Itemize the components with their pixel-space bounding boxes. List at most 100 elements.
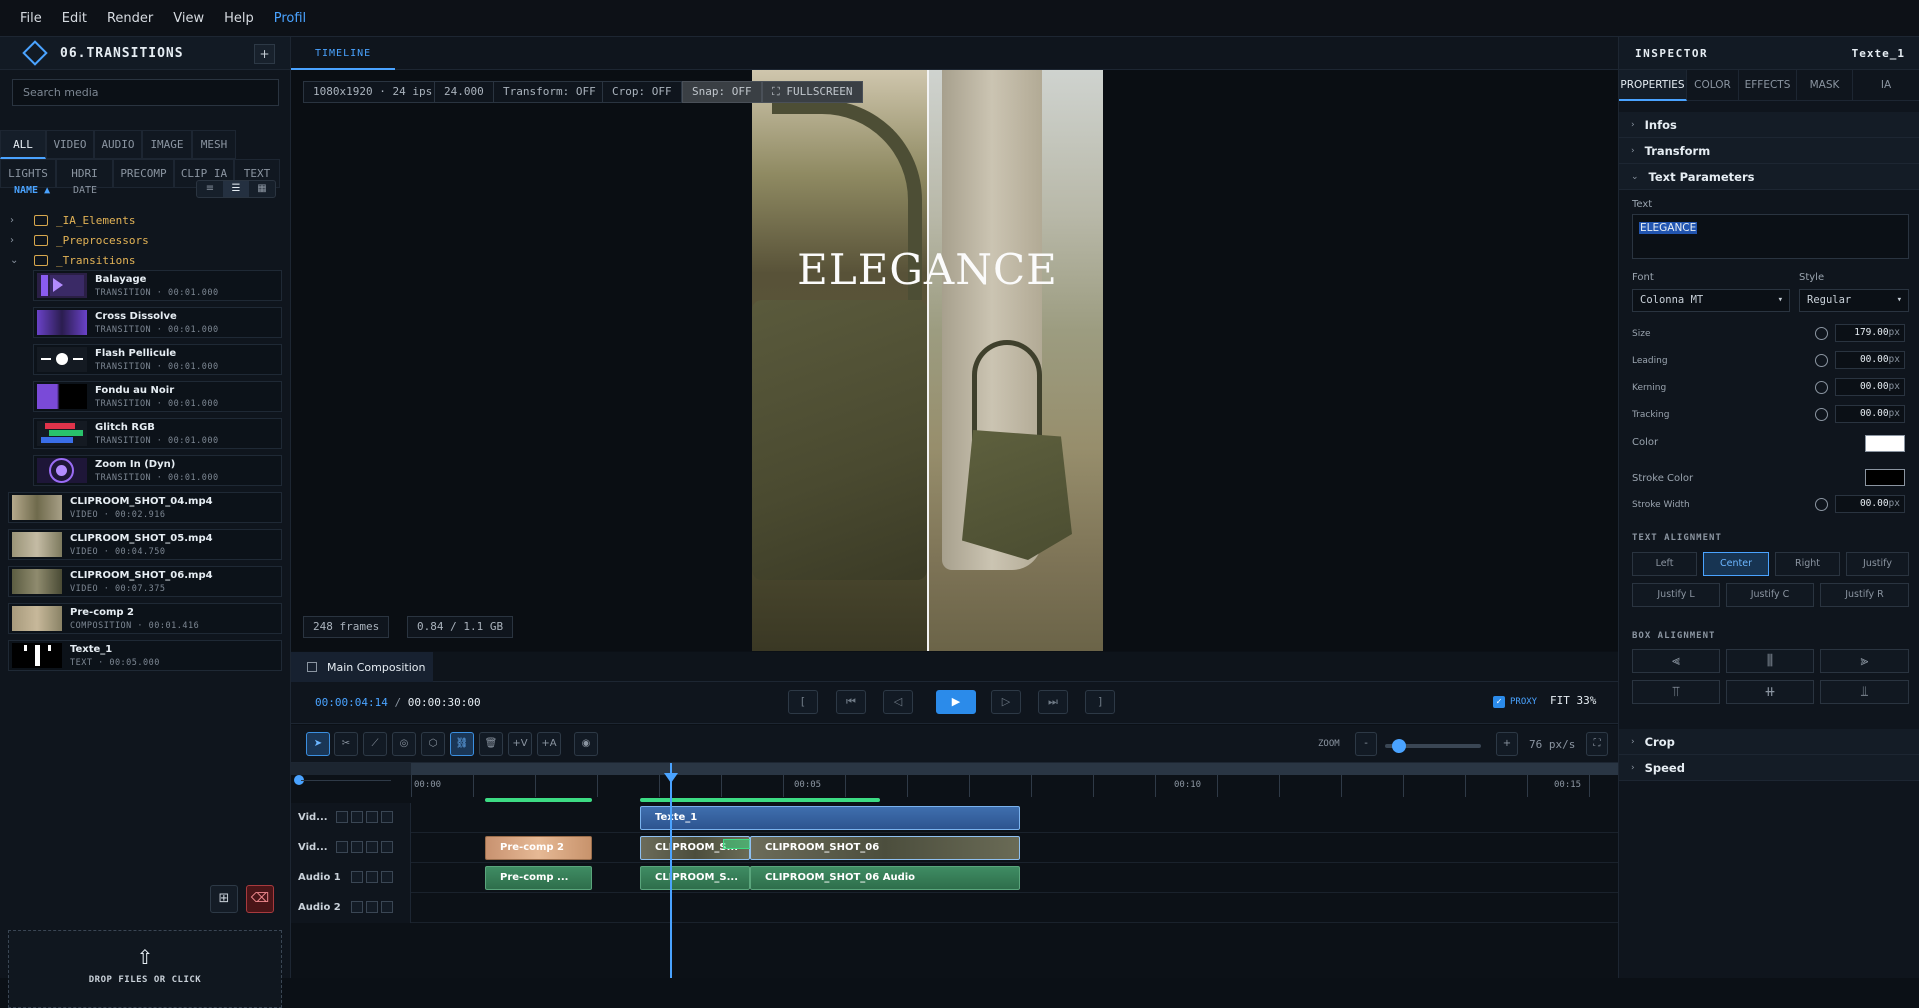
transition-item[interactable]: Cross Dissolve TRANSITION · 00:01.000 — [33, 307, 282, 338]
clip-precomp-2[interactable]: Pre-comp 2 — [485, 836, 592, 860]
clip-shot06-audio[interactable]: CLIPROOM_SHOT_06 Audio — [750, 866, 1020, 890]
reset-icon[interactable] — [1815, 407, 1828, 421]
media-item[interactable]: CLIPROOM_SHOT_05.mp4 VIDEO · 00:04.750 — [8, 529, 282, 560]
fit-timeline-button[interactable]: ⛶ — [1586, 732, 1608, 756]
media-item[interactable]: CLIPROOM_SHOT_04.mp4 VIDEO · 00:02.916 — [8, 492, 282, 523]
transition-item[interactable]: Flash Pellicule TRANSITION · 00:01.000 — [33, 344, 282, 375]
justify-center-button[interactable]: Justify C — [1726, 583, 1814, 607]
box-align-top-button[interactable]: ⫪ — [1632, 680, 1720, 704]
track-lock-button[interactable] — [366, 871, 378, 883]
drop-zone[interactable]: ⇧ DROP FILES OR CLICK — [8, 930, 282, 1008]
list-compact-icon[interactable]: ≡ — [197, 181, 223, 197]
snap-toggle[interactable]: Snap: OFF — [682, 81, 762, 103]
reset-icon[interactable] — [1815, 497, 1828, 511]
slip-tool[interactable]: ⟋ — [363, 732, 387, 756]
preview-viewer[interactable]: ELEGANCE 1080x1920 · 24 ips 24.000 Trans… — [291, 70, 1618, 651]
box-align-right-button[interactable]: ⫸ — [1820, 649, 1909, 673]
media-item[interactable]: CLIPROOM_SHOT_06.mp4 VIDEO · 00:07.375 — [8, 566, 282, 597]
preview-visibility-button[interactable]: ◉ — [574, 732, 598, 756]
sort-by-date[interactable]: DATE — [73, 185, 97, 196]
clip-texte-1[interactable]: Texte_1 — [640, 806, 1020, 830]
zoom-out-button[interactable]: - — [1355, 732, 1377, 756]
mark-out-button[interactable]: ] — [1085, 690, 1115, 714]
track-expand-button[interactable] — [351, 871, 363, 883]
align-left-button[interactable]: Left — [1632, 552, 1697, 576]
menu-render[interactable]: Render — [107, 11, 153, 26]
clip-precomp-audio[interactable]: Pre-comp ... — [485, 866, 592, 890]
filter-video[interactable]: VIDEO — [46, 130, 94, 159]
zoom-slider[interactable] — [1385, 739, 1481, 753]
track-mute-button[interactable] — [366, 841, 378, 853]
box-align-left-button[interactable]: ⫷ — [1632, 649, 1720, 673]
transition-item[interactable]: Fondu au Noir TRANSITION · 00:01.000 — [33, 381, 282, 412]
section-text-parameters[interactable]: ⌄ Text Parameters — [1619, 164, 1919, 190]
add-video-track-button[interactable]: +V — [508, 732, 532, 756]
fullscreen-button[interactable]: ⛶ FULLSCREEN — [762, 81, 863, 103]
select-tool[interactable]: ➤ — [306, 732, 330, 756]
overlay-text[interactable]: ELEGANCE — [752, 245, 1103, 294]
folder-transitions[interactable]: ⌄ _Transitions — [0, 250, 290, 270]
tab-main-composition[interactable]: Main Composition — [291, 652, 433, 682]
media-item[interactable]: Texte_1 TEXT · 00:05.000 — [8, 640, 282, 671]
box-align-bottom-button[interactable]: ⫫ — [1820, 680, 1909, 704]
box-align-hcenter-button[interactable]: ⫼ — [1726, 649, 1814, 673]
kerning-input[interactable]: 00.00px — [1835, 378, 1905, 396]
section-speed[interactable]: › Speed — [1619, 755, 1919, 781]
timeline[interactable]: 00:00 00:05 00:10 00:15 Vid... Texte_1 V… — [291, 763, 1618, 978]
playhead[interactable] — [664, 763, 678, 978]
track-expand-button[interactable] — [336, 841, 348, 853]
list-detail-icon[interactable]: ☰ — [223, 181, 249, 197]
track-mute-button[interactable] — [366, 811, 378, 823]
clip-shot-audio[interactable]: CLIPROOM_S... — [640, 866, 750, 890]
reset-icon[interactable] — [1815, 326, 1828, 340]
track-mute-button[interactable] — [381, 871, 393, 883]
track-lock-button[interactable] — [351, 841, 363, 853]
size-input[interactable]: 179.00px — [1835, 324, 1905, 342]
menu-edit[interactable]: Edit — [62, 11, 87, 26]
go-to-start-button[interactable]: ⏮ — [836, 690, 866, 714]
sort-by-name[interactable]: NAME ▲ — [14, 185, 50, 196]
filter-mesh[interactable]: MESH — [192, 130, 236, 159]
ripple-tool[interactable]: ◎ — [392, 732, 416, 756]
tab-mask[interactable]: MASK — [1797, 70, 1853, 101]
current-time[interactable]: 00:00:04:14 — [315, 696, 388, 709]
track-expand-button[interactable] — [336, 811, 348, 823]
stroke-width-input[interactable]: 00.00px — [1835, 495, 1905, 513]
track-eye-button[interactable] — [381, 841, 393, 853]
section-transform[interactable]: › Transform — [1619, 138, 1919, 164]
menu-help[interactable]: Help — [224, 11, 254, 26]
font-select[interactable]: Colonna MT ▾ — [1632, 289, 1790, 312]
align-center-button[interactable]: Center — [1703, 552, 1769, 576]
zoom-in-button[interactable]: + — [1496, 732, 1518, 756]
add-project-button[interactable]: + — [254, 44, 275, 64]
clear-media-button[interactable]: ⌫ — [246, 885, 274, 913]
reset-icon[interactable] — [1815, 353, 1828, 367]
playhead-handle[interactable] — [664, 773, 678, 783]
align-justify-button[interactable]: Justify — [1846, 552, 1909, 576]
align-right-button[interactable]: Right — [1775, 552, 1840, 576]
go-to-end-button[interactable]: ⏭ — [1038, 690, 1068, 714]
justify-left-button[interactable]: Justify L — [1632, 583, 1720, 607]
step-back-button[interactable]: ◁ — [883, 690, 913, 714]
crop-toggle[interactable]: Crop: OFF — [602, 81, 682, 103]
track-mute-button[interactable] — [381, 901, 393, 913]
menu-view[interactable]: View — [173, 11, 204, 26]
zoom-slider-knob[interactable] — [1392, 739, 1406, 753]
tracking-input[interactable]: 00.00px — [1835, 405, 1905, 423]
tab-ia[interactable]: IA — [1853, 70, 1919, 101]
link-tool[interactable]: ⛓ — [450, 732, 474, 756]
tab-timeline[interactable]: TIMELINE — [291, 37, 396, 70]
text-color-swatch[interactable] — [1865, 435, 1905, 452]
filter-all[interactable]: ALL — [0, 130, 46, 159]
filter-image[interactable]: IMAGE — [142, 130, 192, 159]
group-tool[interactable]: ⬡ — [421, 732, 445, 756]
folder-ia-elements[interactable]: › _IA_Elements — [0, 210, 290, 230]
media-search-input[interactable]: Search media — [12, 79, 279, 106]
justify-right-button[interactable]: Justify R — [1820, 583, 1909, 607]
text-content-field[interactable]: ELEGANCE — [1632, 214, 1909, 259]
track-expand-button[interactable] — [351, 901, 363, 913]
fit-zoom[interactable]: FIT 33% — [1550, 694, 1596, 707]
style-select[interactable]: Regular ▾ — [1799, 289, 1909, 312]
folder-preprocessors[interactable]: › _Preprocessors — [0, 230, 290, 250]
grid-icon[interactable]: ▦ — [249, 181, 275, 197]
